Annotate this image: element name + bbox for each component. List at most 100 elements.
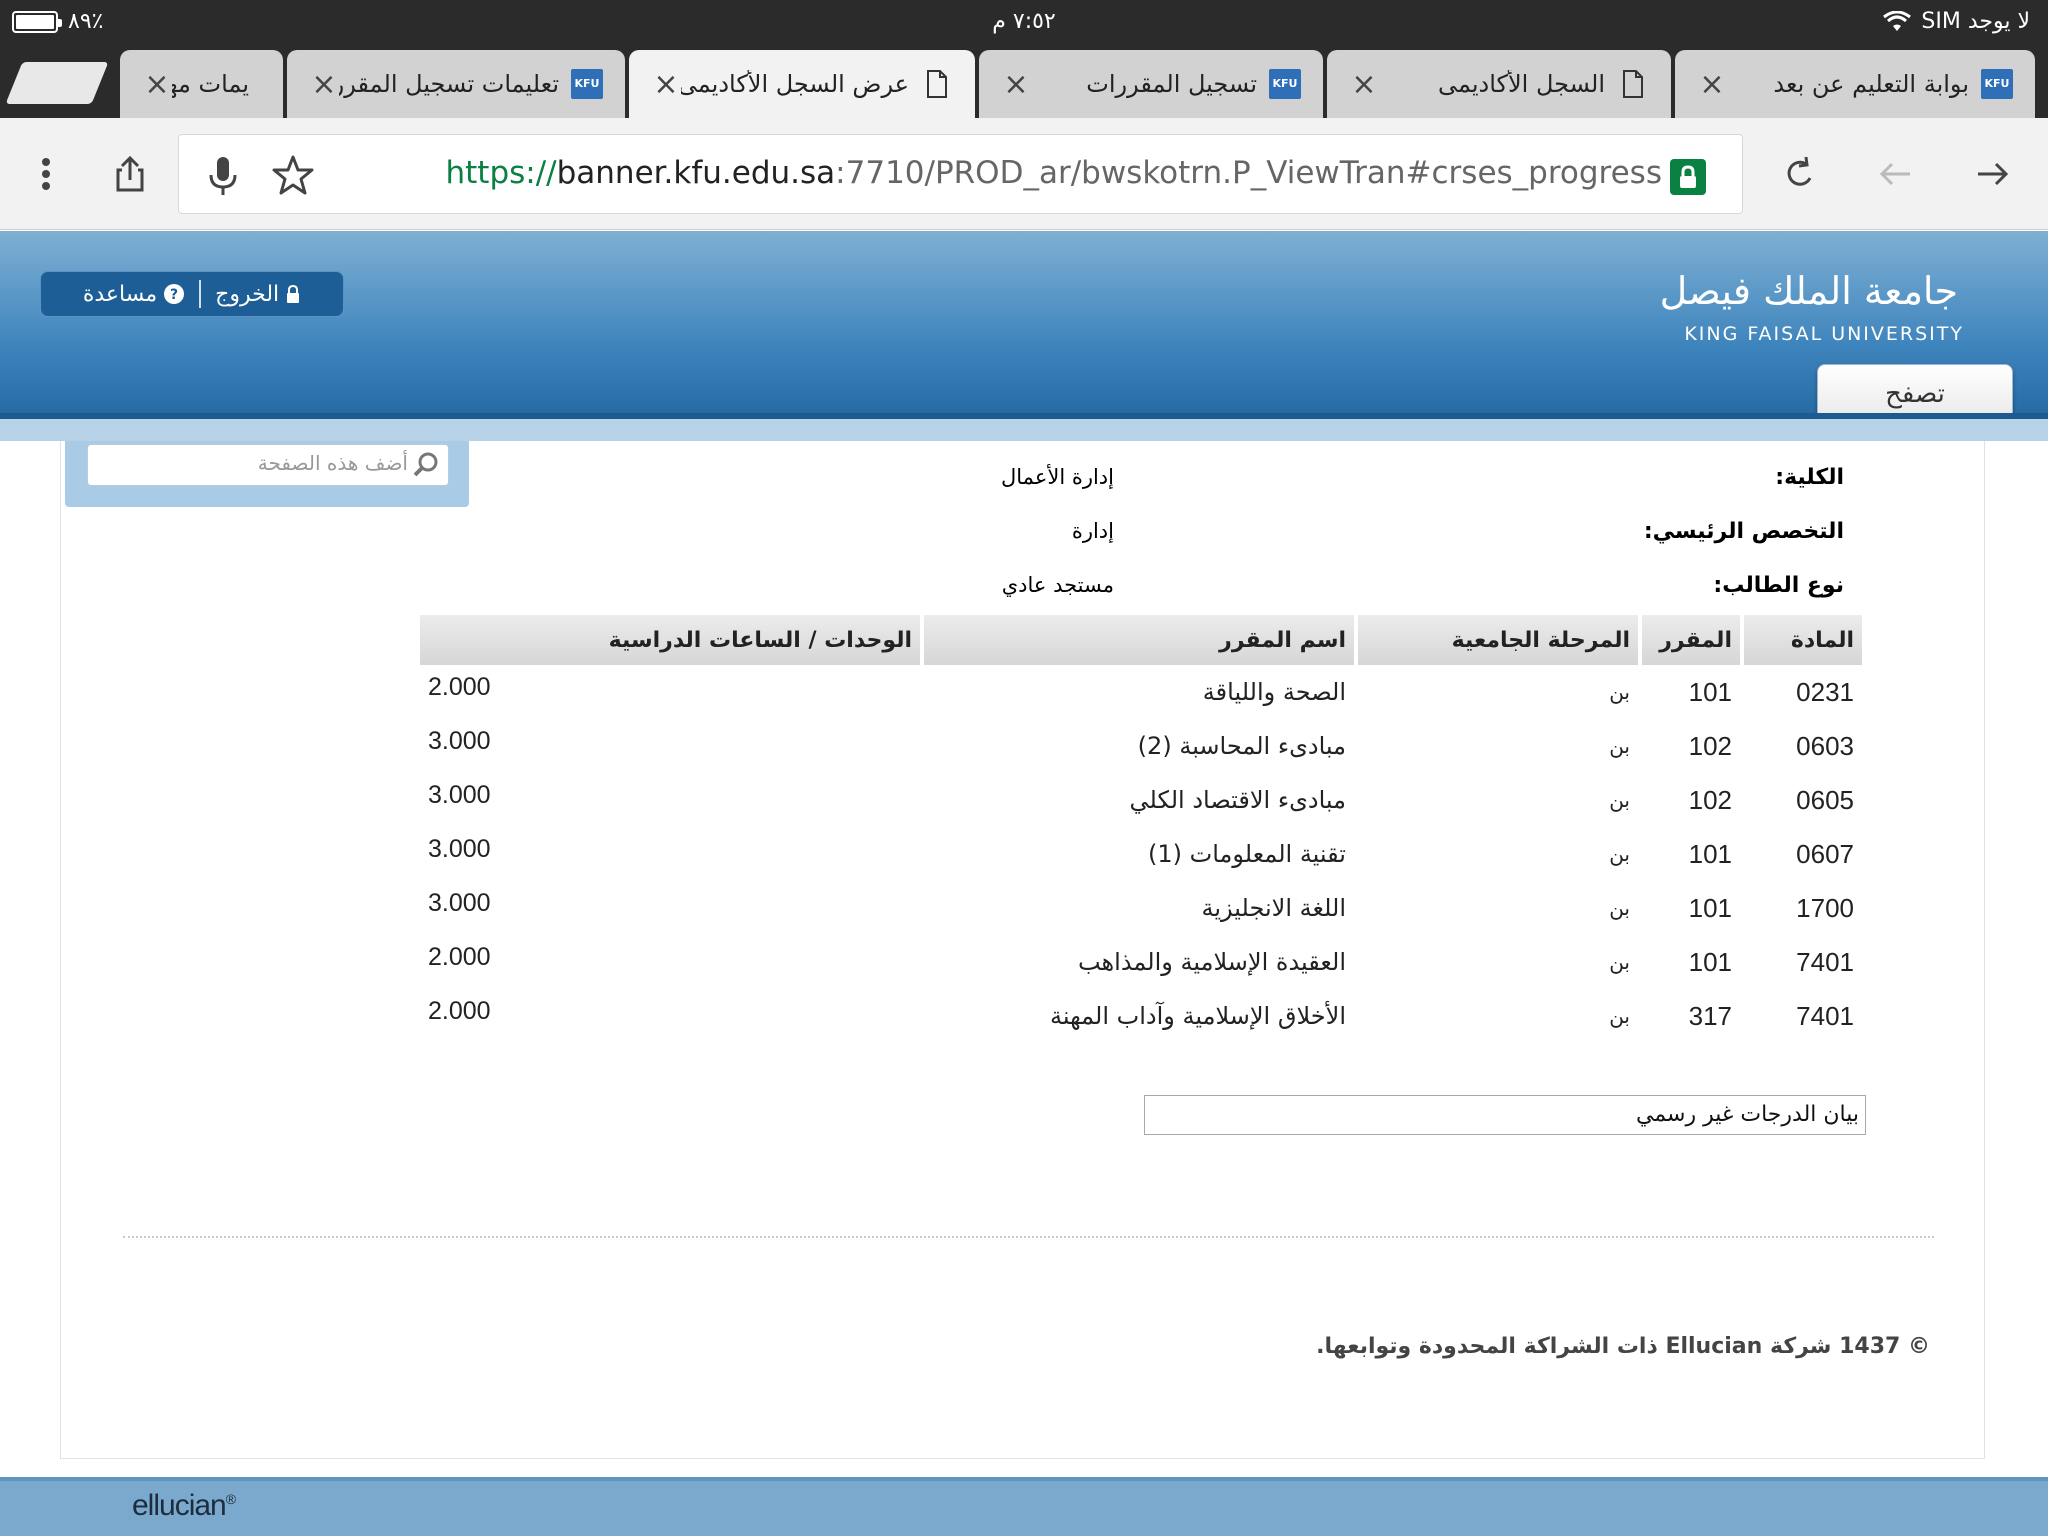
university-name-english[interactable]: KING FAISAL UNIVERSITY: [1684, 323, 1964, 345]
help-icon: ?: [164, 284, 185, 304]
level-cell: بن: [1609, 788, 1630, 812]
share-icon: [116, 155, 144, 192]
dotted-divider: [123, 1236, 1934, 1238]
units-cell: 2.000: [428, 997, 491, 1025]
title-cell: الصحة واللياقة: [1202, 678, 1346, 706]
subject-cell: 0605: [1796, 784, 1854, 815]
lock-icon: [287, 284, 300, 303]
close-tab-icon[interactable]: ×: [651, 67, 681, 102]
title-cell: اللغة الانجليزية: [1201, 894, 1346, 922]
units-cell: 3.000: [428, 889, 491, 917]
table-header-row: المادة المقرر المرحلة الجامعية اسم المقر…: [420, 615, 1862, 665]
kebab-menu-icon: [42, 158, 50, 190]
level-cell: بن: [1609, 680, 1630, 704]
college-label: الكلية:: [1775, 465, 1844, 490]
carrier-text: لا يوجد SIM: [1921, 9, 2030, 34]
copyright-text: © 1437 شركة Ellucian ذات الشراكة المحدود…: [1316, 1334, 1930, 1359]
college-value: إدارة الأعمال: [1001, 465, 1114, 489]
status-bar: ٨٩٪ ٧:٥٢ م لا يوجد SIM: [0, 0, 2048, 44]
tab-distance-learning[interactable]: × بوابة التعليم عن بعد KFU: [1675, 50, 2035, 118]
carrier-group: لا يوجد SIM: [1883, 9, 2030, 34]
back-button[interactable]: [1868, 146, 1924, 202]
major-label: التخصص الرئيسي:: [1643, 519, 1844, 544]
subject-cell: 0607: [1796, 838, 1854, 869]
table-row: 0605 102 بن مبادىء الاقتصاد الكلي 3.000: [420, 773, 1862, 827]
header-level: المرحلة الجامعية: [1358, 615, 1638, 665]
logout-label: الخروج: [215, 281, 280, 307]
university-name-arabic[interactable]: جامعة الملك فيصل: [1660, 269, 1958, 313]
transcript-type-select[interactable]: بيان الدرجات غير رسمي: [1144, 1095, 1866, 1135]
kfu-logo-icon: KFU: [1981, 69, 2013, 99]
header-subject: المادة: [1744, 615, 1862, 665]
tab-title: يمات مهـ: [172, 70, 249, 98]
subject-cell: 0231: [1796, 676, 1854, 707]
student-type-label: نوع الطالب:: [1713, 573, 1844, 598]
level-cell: بن: [1609, 842, 1630, 866]
level-cell: بن: [1609, 1004, 1630, 1028]
close-tab-icon[interactable]: ×: [1001, 67, 1031, 102]
tab-title: تعليمات تسجيل المقررا: [339, 70, 559, 98]
microphone-icon[interactable]: [199, 151, 247, 199]
units-cell: 3.000: [428, 781, 491, 809]
url-text: https://banner.kfu.edu.sa:7710/PROD_ar/b…: [445, 155, 1662, 191]
arrow-right-icon: [1978, 162, 2009, 186]
reload-button[interactable]: [1772, 146, 1828, 202]
address-bar[interactable]: https://banner.kfu.edu.sa:7710/PROD_ar/b…: [178, 134, 1743, 214]
course-cell: 101: [1688, 946, 1732, 977]
add-page-search-input[interactable]: أضف هذه الصفحة: [87, 444, 449, 486]
title-cell: مبادىء الاقتصاد الكلي: [1129, 786, 1347, 814]
header-title: اسم المقرر: [924, 615, 1354, 665]
tab-course-registration[interactable]: × تسجيل المقررات KFU: [979, 50, 1323, 118]
courses-table: المادة المقرر المرحلة الجامعية اسم المقر…: [416, 615, 1866, 1043]
title-cell: العقيدة الإسلامية والمذاهب: [1077, 948, 1346, 976]
bookmark-star-icon[interactable]: [269, 151, 317, 199]
wifi-icon: [1883, 10, 1912, 31]
tab-truncated[interactable]: × يمات مهـ: [120, 50, 283, 118]
table-row: 7401 101 بن العقيدة الإسلامية والمذاهب 2…: [420, 935, 1862, 989]
table-row: 1700 101 بن اللغة الانجليزية 3.000: [420, 881, 1862, 935]
ellucian-logo: ellucian®: [132, 1489, 236, 1522]
course-cell: 102: [1688, 730, 1732, 761]
close-tab-icon[interactable]: ×: [1697, 67, 1727, 102]
secure-lock-icon[interactable]: [1670, 159, 1706, 195]
tab-academic-record[interactable]: × السجل الأكاديمى: [1327, 50, 1671, 118]
document-icon: [921, 69, 953, 99]
search-panel: أضف هذه الصفحة: [65, 441, 469, 507]
close-tab-icon[interactable]: ×: [142, 67, 172, 102]
subject-cell: 1700: [1796, 892, 1854, 923]
search-icon[interactable]: [412, 451, 440, 479]
close-tab-icon[interactable]: ×: [309, 67, 339, 102]
tab-title: بوابة التعليم عن بعد: [1773, 70, 1969, 98]
table-row: 0603 102 بن مبادىء المحاسبة (2) 3.000: [420, 719, 1862, 773]
tab-title: عرض السجل الأكاديمى: [681, 70, 909, 98]
units-cell: 2.000: [428, 673, 491, 701]
menu-button[interactable]: [18, 146, 74, 202]
subject-cell: 0603: [1796, 730, 1854, 761]
tab-registration-instructions[interactable]: × تعليمات تسجيل المقررا KFU: [287, 50, 625, 118]
course-cell: 101: [1688, 676, 1732, 707]
title-cell: الأخلاق الإسلامية وآداب المهنة: [1049, 1002, 1346, 1030]
main-content: أضف هذه الصفحة الكلية: إدارة الأعمال الت…: [60, 441, 1985, 1459]
new-tab-button[interactable]: [5, 62, 109, 104]
close-tab-icon[interactable]: ×: [1349, 67, 1379, 102]
kfu-logo-icon: KFU: [1269, 69, 1301, 99]
help-link[interactable]: ? مساعدة: [83, 282, 185, 307]
units-cell: 2.000: [428, 943, 491, 971]
title-cell: مبادىء المحاسبة (2): [1137, 732, 1346, 760]
logout-link[interactable]: الخروج: [215, 282, 301, 307]
divider: [199, 280, 202, 308]
level-cell: بن: [1609, 950, 1630, 974]
units-cell: 3.000: [428, 727, 491, 755]
forward-button[interactable]: [1964, 146, 2020, 202]
help-label: مساعدة: [82, 281, 158, 307]
units-cell: 3.000: [428, 835, 491, 863]
tab-strip: × بوابة التعليم عن بعد KFU × السجل الأكا…: [0, 44, 2048, 118]
tab-title: السجل الأكاديمى: [1437, 70, 1605, 98]
arrow-left-icon: [1879, 162, 1910, 186]
level-cell: بن: [1609, 896, 1630, 920]
header-strip: [0, 419, 2048, 441]
page-footer: ellucian®: [0, 1477, 2048, 1536]
share-button[interactable]: [102, 146, 158, 202]
tab-view-academic-record[interactable]: × عرض السجل الأكاديمى: [629, 50, 975, 118]
course-cell: 317: [1688, 1000, 1732, 1031]
